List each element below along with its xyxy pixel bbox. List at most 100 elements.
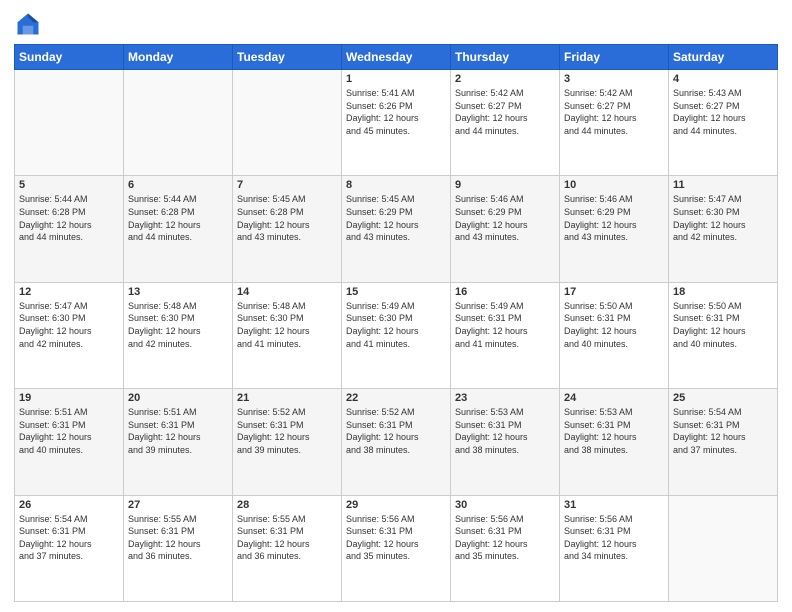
calendar-cell: 11 Sunrise: 5:47 AMSunset: 6:30 PMDayligh…	[669, 176, 778, 282]
calendar-cell: 24 Sunrise: 5:53 AMSunset: 6:31 PMDayligh…	[560, 389, 669, 495]
weekday-header-friday: Friday	[560, 45, 669, 70]
calendar-cell: 1Sunrise: 5:41 AMSunset: 6:26 PMDaylight…	[342, 70, 451, 176]
day-info: Sunrise: 5:53 AMSunset: 6:31 PMDaylight:…	[564, 406, 664, 456]
calendar-cell: 6Sunrise: 5:44 AMSunset: 6:28 PMDaylight…	[124, 176, 233, 282]
day-info: Sunrise: 5:50 AMSunset: 6:31 PMDaylight:…	[564, 300, 664, 350]
day-info: Sunrise: 5:55 AMSunset: 6:31 PMDaylight:…	[237, 513, 337, 563]
calendar-cell: 17 Sunrise: 5:50 AMSunset: 6:31 PMDayligh…	[560, 282, 669, 388]
calendar-cell: 20 Sunrise: 5:51 AMSunset: 6:31 PMDayligh…	[124, 389, 233, 495]
day-info: Sunrise: 5:48 AMSunset: 6:30 PMDaylight:…	[237, 300, 337, 350]
day-info: Sunrise: 5:56 AMSunset: 6:31 PMDaylight:…	[346, 513, 446, 563]
weekday-header-monday: Monday	[124, 45, 233, 70]
calendar-cell	[233, 70, 342, 176]
calendar-cell: 26 Sunrise: 5:54 AMSunset: 6:31 PMDayligh…	[15, 495, 124, 601]
day-number: 18	[673, 286, 773, 298]
day-number: 30	[455, 499, 555, 511]
day-number: 17	[564, 286, 664, 298]
day-number: 3	[564, 73, 664, 85]
calendar-cell: 3Sunrise: 5:42 AMSunset: 6:27 PMDaylight…	[560, 70, 669, 176]
calendar-cell	[15, 70, 124, 176]
day-info: Sunrise: 5:49 AMSunset: 6:30 PMDaylight:…	[346, 300, 446, 350]
calendar-cell: 8 Sunrise: 5:45 AMSunset: 6:29 PMDaylight…	[342, 176, 451, 282]
day-number: 29	[346, 499, 446, 511]
logo	[14, 10, 46, 38]
day-number: 28	[237, 499, 337, 511]
day-number: 14	[237, 286, 337, 298]
calendar-cell: 28 Sunrise: 5:55 AMSunset: 6:31 PMDayligh…	[233, 495, 342, 601]
day-info: Sunrise: 5:56 AMSunset: 6:31 PMDaylight:…	[455, 513, 555, 563]
calendar-cell: 2 Sunrise: 5:42 AMSunset: 6:27 PMDaylight…	[451, 70, 560, 176]
day-info: Sunrise: 5:54 AMSunset: 6:31 PMDaylight:…	[673, 406, 773, 456]
calendar-cell	[669, 495, 778, 601]
day-info: Sunrise: 5:46 AMSunset: 6:29 PMDaylight:…	[455, 193, 555, 243]
calendar-cell: 4 Sunrise: 5:43 AMSunset: 6:27 PMDaylight…	[669, 70, 778, 176]
day-info: Sunrise: 5:50 AMSunset: 6:31 PMDaylight:…	[673, 300, 773, 350]
day-info: Sunrise: 5:45 AMSunset: 6:28 PMDaylight:…	[237, 193, 337, 243]
day-info: Sunrise: 5:52 AMSunset: 6:31 PMDaylight:…	[237, 406, 337, 456]
day-number: 10	[564, 179, 664, 191]
calendar-cell: 5 Sunrise: 5:44 AMSunset: 6:28 PMDaylight…	[15, 176, 124, 282]
header	[14, 10, 778, 38]
calendar-cell: 23Sunrise: 5:53 AMSunset: 6:31 PMDayligh…	[451, 389, 560, 495]
day-number: 6	[128, 179, 228, 191]
day-number: 4	[673, 73, 773, 85]
calendar-cell: 31Sunrise: 5:56 AMSunset: 6:31 PMDayligh…	[560, 495, 669, 601]
day-number: 23	[455, 392, 555, 404]
day-info: Sunrise: 5:51 AMSunset: 6:31 PMDaylight:…	[19, 406, 119, 456]
week-row-5: 26 Sunrise: 5:54 AMSunset: 6:31 PMDayligh…	[15, 495, 778, 601]
day-number: 2	[455, 73, 555, 85]
calendar-cell: 22 Sunrise: 5:52 AMSunset: 6:31 PMDayligh…	[342, 389, 451, 495]
calendar-cell: 14 Sunrise: 5:48 AMSunset: 6:30 PMDayligh…	[233, 282, 342, 388]
day-number: 16	[455, 286, 555, 298]
calendar: SundayMondayTuesdayWednesdayThursdayFrid…	[14, 44, 778, 602]
day-info: Sunrise: 5:47 AMSunset: 6:30 PMDaylight:…	[19, 300, 119, 350]
day-number: 20	[128, 392, 228, 404]
day-info: Sunrise: 5:51 AMSunset: 6:31 PMDaylight:…	[128, 406, 228, 456]
day-number: 19	[19, 392, 119, 404]
calendar-cell	[124, 70, 233, 176]
day-number: 12	[19, 286, 119, 298]
calendar-cell: 19 Sunrise: 5:51 AMSunset: 6:31 PMDayligh…	[15, 389, 124, 495]
day-info: Sunrise: 5:46 AMSunset: 6:29 PMDaylight:…	[564, 193, 664, 243]
calendar-cell: 18 Sunrise: 5:50 AMSunset: 6:31 PMDayligh…	[669, 282, 778, 388]
day-number: 8	[346, 179, 446, 191]
day-number: 7	[237, 179, 337, 191]
page: SundayMondayTuesdayWednesdayThursdayFrid…	[0, 0, 792, 612]
week-row-4: 19 Sunrise: 5:51 AMSunset: 6:31 PMDayligh…	[15, 389, 778, 495]
day-number: 13	[128, 286, 228, 298]
day-info: Sunrise: 5:45 AMSunset: 6:29 PMDaylight:…	[346, 193, 446, 243]
calendar-cell: 21 Sunrise: 5:52 AMSunset: 6:31 PMDayligh…	[233, 389, 342, 495]
calendar-cell: 15 Sunrise: 5:49 AMSunset: 6:30 PMDayligh…	[342, 282, 451, 388]
day-info: Sunrise: 5:42 AMSunset: 6:27 PMDaylight:…	[455, 87, 555, 137]
calendar-cell: 9 Sunrise: 5:46 AMSunset: 6:29 PMDaylight…	[451, 176, 560, 282]
week-row-2: 5 Sunrise: 5:44 AMSunset: 6:28 PMDaylight…	[15, 176, 778, 282]
day-number: 24	[564, 392, 664, 404]
day-info: Sunrise: 5:54 AMSunset: 6:31 PMDaylight:…	[19, 513, 119, 563]
calendar-cell: 10 Sunrise: 5:46 AMSunset: 6:29 PMDayligh…	[560, 176, 669, 282]
calendar-cell: 13Sunrise: 5:48 AMSunset: 6:30 PMDayligh…	[124, 282, 233, 388]
day-number: 11	[673, 179, 773, 191]
day-info: Sunrise: 5:44 AMSunset: 6:28 PMDaylight:…	[19, 193, 119, 243]
day-number: 15	[346, 286, 446, 298]
day-number: 5	[19, 179, 119, 191]
day-number: 9	[455, 179, 555, 191]
weekday-header-wednesday: Wednesday	[342, 45, 451, 70]
day-info: Sunrise: 5:43 AMSunset: 6:27 PMDaylight:…	[673, 87, 773, 137]
week-row-3: 12 Sunrise: 5:47 AMSunset: 6:30 PMDayligh…	[15, 282, 778, 388]
calendar-cell: 16 Sunrise: 5:49 AMSunset: 6:31 PMDayligh…	[451, 282, 560, 388]
weekday-header-tuesday: Tuesday	[233, 45, 342, 70]
day-number: 22	[346, 392, 446, 404]
weekday-header-thursday: Thursday	[451, 45, 560, 70]
day-info: Sunrise: 5:41 AMSunset: 6:26 PMDaylight:…	[346, 87, 446, 137]
day-number: 21	[237, 392, 337, 404]
day-info: Sunrise: 5:49 AMSunset: 6:31 PMDaylight:…	[455, 300, 555, 350]
day-number: 26	[19, 499, 119, 511]
day-number: 25	[673, 392, 773, 404]
day-info: Sunrise: 5:52 AMSunset: 6:31 PMDaylight:…	[346, 406, 446, 456]
day-info: Sunrise: 5:55 AMSunset: 6:31 PMDaylight:…	[128, 513, 228, 563]
day-info: Sunrise: 5:47 AMSunset: 6:30 PMDaylight:…	[673, 193, 773, 243]
calendar-cell: 7 Sunrise: 5:45 AMSunset: 6:28 PMDaylight…	[233, 176, 342, 282]
calendar-cell: 29 Sunrise: 5:56 AMSunset: 6:31 PMDayligh…	[342, 495, 451, 601]
weekday-header-sunday: Sunday	[15, 45, 124, 70]
day-info: Sunrise: 5:56 AMSunset: 6:31 PMDaylight:…	[564, 513, 664, 563]
